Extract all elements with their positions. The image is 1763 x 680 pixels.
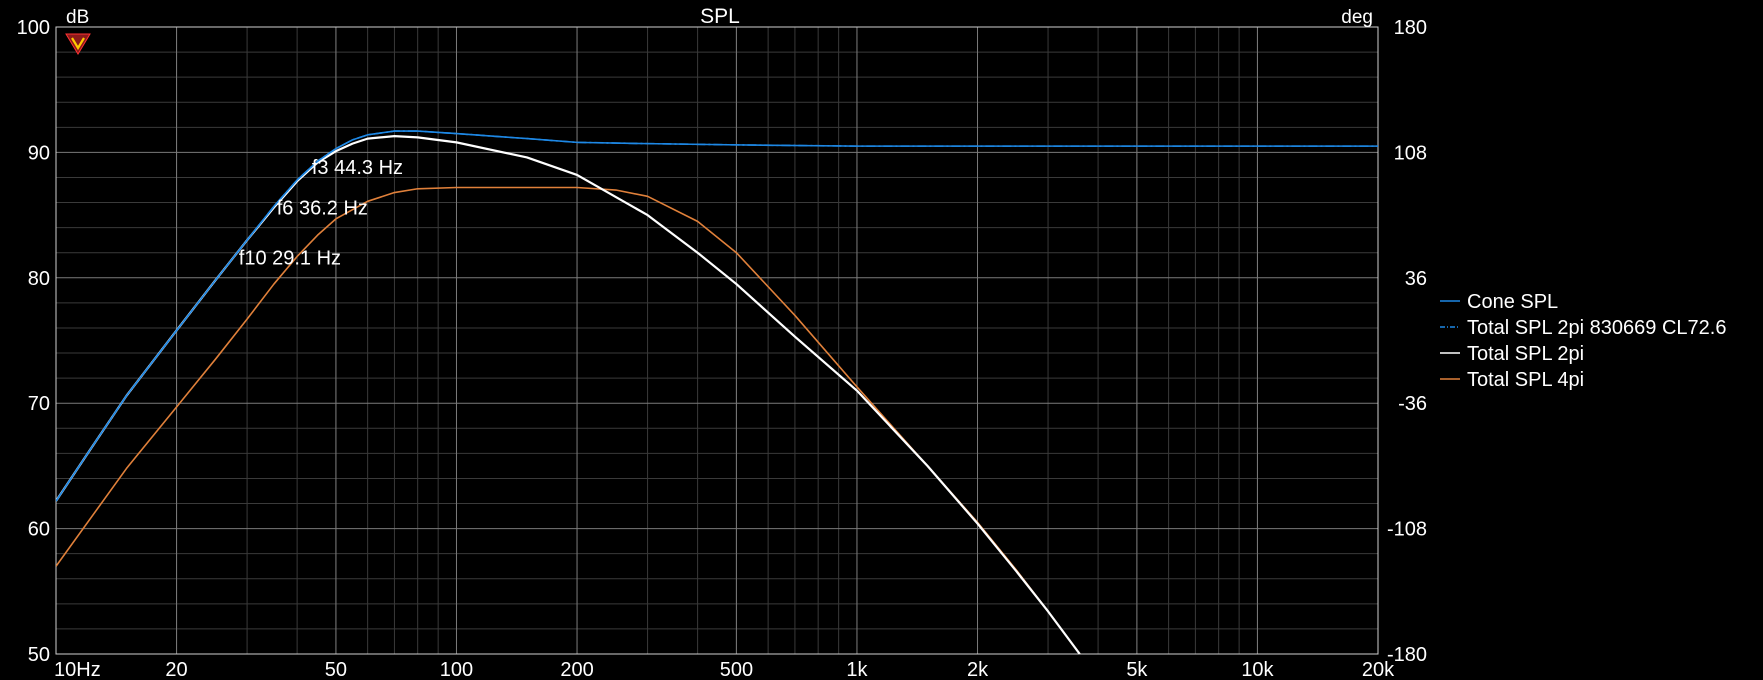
y-right-unit: deg [1341, 7, 1373, 28]
y-right-tick-label: -108 [1387, 519, 1427, 541]
y-left-tick-label: 90 [28, 142, 50, 164]
y-left-tick-label: 70 [28, 393, 50, 415]
x-tick-label: 1k [846, 659, 868, 680]
y-right-tick-label: -180 [1387, 644, 1427, 666]
x-tick-label: 100 [440, 659, 473, 680]
frequency-annotation: f3 44.3 Hz [312, 157, 403, 179]
y-left-tick-label: 60 [28, 519, 50, 541]
y-left-tick-label: 80 [28, 268, 50, 290]
x-tick-label: 10k [1241, 659, 1274, 680]
y-right-tick-label: -36 [1398, 393, 1427, 415]
y-left-tick-label: 50 [28, 644, 50, 666]
legend-label: Total SPL 2pi [1467, 343, 1584, 365]
y-right-tick-label: 108 [1394, 142, 1427, 164]
x-tick-label: 5k [1126, 659, 1148, 680]
y-right-tick-label: 180 [1394, 17, 1427, 39]
frequency-annotation: f10 29.1 Hz [239, 247, 341, 269]
x-tick-label: 50 [325, 659, 347, 680]
y-left-tick-label: 100 [17, 17, 50, 39]
legend-label: Cone SPL [1467, 291, 1558, 313]
spl-chart: f3 44.3 Hz f6 36.2 Hz f10 29.1 Hz SPL dB d… [0, 0, 1763, 680]
frequency-annotation: f6 36.2 Hz [277, 197, 368, 219]
y-right-tick-label: 36 [1405, 268, 1427, 290]
legend-label: Total SPL 2pi 830669 CL72.6 [1467, 317, 1726, 339]
x-tick-label: 2k [967, 659, 989, 680]
y-left-unit: dB [66, 7, 89, 28]
x-tick-label: 20 [165, 659, 187, 680]
chart-title: SPL [700, 5, 740, 28]
legend-label: Total SPL 4pi [1467, 369, 1584, 391]
x-tick-label: 10Hz [54, 659, 101, 680]
x-tick-label: 500 [720, 659, 753, 680]
x-tick-label: 200 [560, 659, 593, 680]
